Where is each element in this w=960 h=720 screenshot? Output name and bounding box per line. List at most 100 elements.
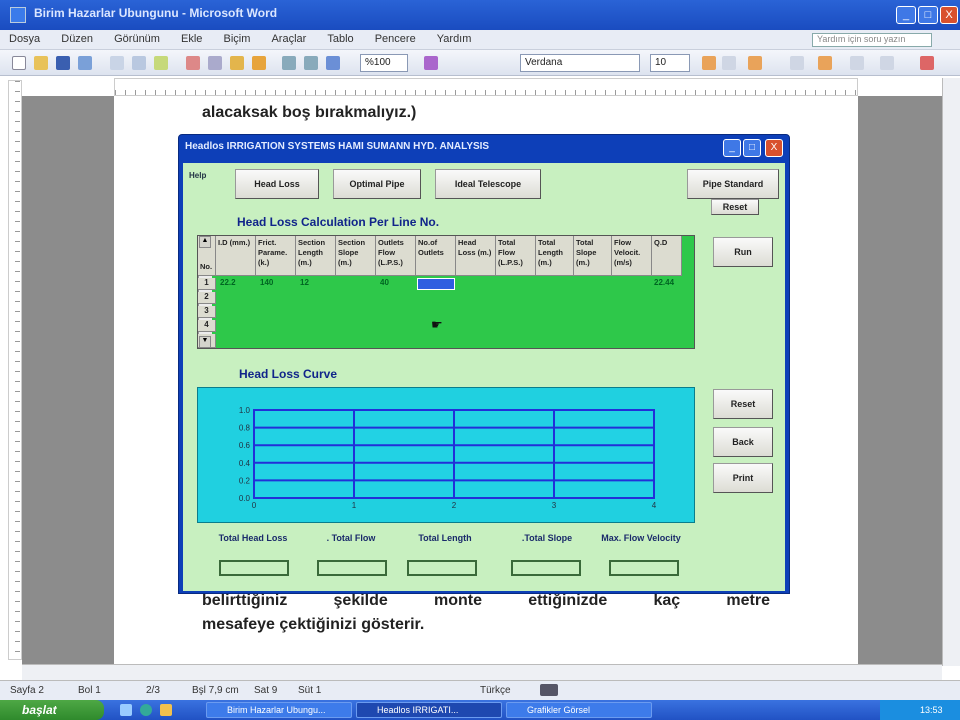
menu-window[interactable]: Pencere: [366, 30, 425, 48]
underline-icon[interactable]: [748, 56, 762, 70]
dialog-minimize-button[interactable]: _: [723, 139, 741, 157]
read-icon[interactable]: [424, 56, 438, 70]
cell-1-frict[interactable]: 140: [260, 278, 273, 290]
print-preview-icon[interactable]: [132, 56, 146, 70]
task-grafikler[interactable]: Grafikler Görsel: [506, 702, 652, 718]
bold-icon[interactable]: [702, 56, 716, 70]
run-button[interactable]: Run: [713, 237, 773, 267]
spelling-icon[interactable]: [154, 56, 168, 70]
col-total-slope[interactable]: Total Slope (m.): [574, 236, 612, 276]
minimize-button[interactable]: _: [896, 6, 916, 24]
zoom-select[interactable]: %100: [360, 54, 408, 72]
align-justify-icon[interactable]: [818, 56, 832, 70]
task-headlos[interactable]: Headlos IRRIGATI...: [356, 702, 502, 718]
menu-table[interactable]: Tablo: [318, 30, 362, 48]
menu-edit[interactable]: Düzen: [52, 30, 102, 48]
row-header-4[interactable]: 4: [198, 320, 216, 332]
open-folder-icon[interactable]: [34, 56, 48, 70]
dialog-maximize-button[interactable]: □: [743, 139, 761, 157]
row-header-1[interactable]: 1: [198, 278, 216, 290]
col-section-slope[interactable]: Section Slope (m.): [336, 236, 376, 276]
total-head-loss-field[interactable]: [219, 560, 289, 576]
menu-help[interactable]: Yardım: [428, 30, 481, 48]
menu-view[interactable]: Görünüm: [105, 30, 169, 48]
horizontal-ruler[interactable]: [114, 78, 858, 96]
scroll-down-icon[interactable]: ▼: [199, 336, 211, 348]
start-button[interactable]: başlat: [0, 700, 104, 720]
total-slope-field[interactable]: [511, 560, 581, 576]
reset-button[interactable]: Reset: [713, 389, 773, 419]
status-language: Türkçe: [480, 685, 511, 696]
ideal-telescope-button[interactable]: Ideal Telescope: [435, 169, 541, 199]
col-id[interactable]: I.D (mm.): [216, 236, 256, 276]
cell-1-length[interactable]: 12: [300, 278, 309, 290]
total-head-loss-label: Total Head Loss: [218, 533, 288, 543]
redo-icon[interactable]: [304, 56, 318, 70]
explorer-icon[interactable]: [160, 704, 172, 716]
maximize-button[interactable]: □: [918, 6, 938, 24]
cell-1-qd[interactable]: 22.44: [654, 278, 674, 290]
col-total-flow[interactable]: Total Flow (L.P.S.): [496, 236, 536, 276]
permission-icon[interactable]: [78, 56, 92, 70]
reset-top-button[interactable]: Reset: [711, 199, 759, 215]
bullets-icon[interactable]: [850, 56, 864, 70]
col-section-length[interactable]: Section Length (m.): [296, 236, 336, 276]
cut-icon[interactable]: [186, 56, 200, 70]
paste-icon[interactable]: [230, 56, 244, 70]
spelling-status-icon[interactable]: [540, 684, 558, 696]
vertical-scrollbar[interactable]: [942, 78, 960, 666]
cell-1-no-outlets-selected[interactable]: [417, 278, 455, 290]
col-total-length[interactable]: Total Length (m.): [536, 236, 574, 276]
print-button[interactable]: Print: [713, 463, 773, 493]
show-desktop-icon[interactable]: [120, 704, 132, 716]
menu-tools[interactable]: Araçlar: [262, 30, 315, 48]
undo-icon[interactable]: [282, 56, 296, 70]
insert-table-icon[interactable]: [326, 56, 340, 70]
total-length-field[interactable]: [407, 560, 477, 576]
col-frict[interactable]: Frict. Parame. (k.): [256, 236, 296, 276]
cell-1-id[interactable]: 22.2: [220, 278, 236, 290]
back-button[interactable]: Back: [713, 427, 773, 457]
browser-icon[interactable]: [140, 704, 152, 716]
max-flow-velocity-label: Max. Flow Velocity: [601, 533, 681, 543]
optimal-pipe-button[interactable]: Optimal Pipe: [333, 169, 421, 199]
help-search-input[interactable]: Yardım için soru yazın: [812, 33, 932, 47]
col-head-loss[interactable]: Head Loss (m.): [456, 236, 496, 276]
menu-format[interactable]: Biçim: [215, 30, 260, 48]
help-menu[interactable]: Help: [189, 171, 206, 180]
italic-icon[interactable]: [722, 56, 736, 70]
scroll-up-icon[interactable]: ▲: [199, 236, 211, 248]
col-qd[interactable]: Q.D: [652, 236, 682, 276]
col-no-outlets[interactable]: No.of Outlets: [416, 236, 456, 276]
save-icon[interactable]: [56, 56, 70, 70]
headloss-grid[interactable]: No. I.D (mm.) Frict. Parame. (k.) Sectio…: [197, 235, 695, 349]
y-tick-label: 0.0: [239, 494, 251, 503]
font-select[interactable]: Verdana: [520, 54, 640, 72]
vertical-ruler[interactable]: [8, 80, 22, 660]
cell-1-outlets-flow[interactable]: 40: [380, 278, 389, 290]
col-outlets-flow[interactable]: Outlets Flow (L.P.S.): [376, 236, 416, 276]
dialog-close-button[interactable]: X: [765, 139, 783, 157]
font-color-icon[interactable]: [920, 56, 934, 70]
x-tick-label: 0: [252, 501, 257, 510]
format-painter-icon[interactable]: [252, 56, 266, 70]
indent-icon[interactable]: [880, 56, 894, 70]
total-flow-field[interactable]: [317, 560, 387, 576]
font-size-select[interactable]: 10: [650, 54, 690, 72]
chart-svg: 0.0 0.2 0.4 0.6 0.8 1.0 0 1 2 3 4: [239, 406, 657, 510]
align-left-icon[interactable]: [790, 56, 804, 70]
task-word[interactable]: Birim Hazarlar Ubungu...: [206, 702, 352, 718]
horizontal-scrollbar[interactable]: [22, 664, 942, 680]
menu-file[interactable]: Dosya: [0, 30, 49, 48]
close-button[interactable]: X: [940, 6, 958, 24]
pipe-standard-button[interactable]: Pipe Standard: [687, 169, 779, 199]
max-flow-velocity-field[interactable]: [609, 560, 679, 576]
row-header-3[interactable]: 3: [198, 306, 216, 318]
new-document-icon[interactable]: [12, 56, 26, 70]
menu-insert[interactable]: Ekle: [172, 30, 211, 48]
head-loss-button[interactable]: Head Loss: [235, 169, 319, 199]
col-flow-velocity[interactable]: Flow Velocit. (m/s): [612, 236, 652, 276]
print-icon[interactable]: [110, 56, 124, 70]
row-header-2[interactable]: 2: [198, 292, 216, 304]
copy-icon[interactable]: [208, 56, 222, 70]
